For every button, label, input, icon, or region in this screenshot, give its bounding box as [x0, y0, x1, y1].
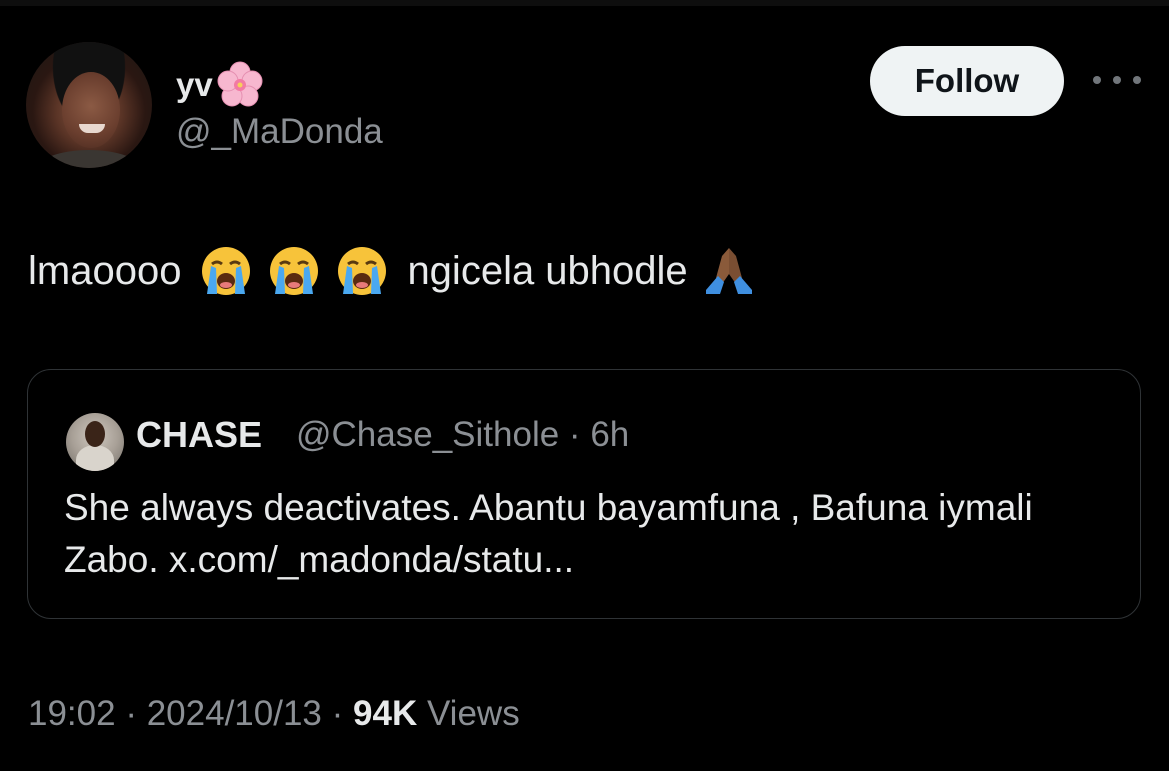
tweet-time[interactable]: 19:02	[28, 694, 116, 733]
folded-hands-icon	[702, 244, 756, 298]
tweet-text: lmaoooo ngicela ubhodle	[28, 244, 756, 298]
top-divider	[0, 0, 1169, 6]
meta-separator-2: ·	[331, 694, 344, 733]
views-count: 94K	[353, 694, 418, 733]
follow-button[interactable]: Follow	[870, 46, 1064, 116]
author-avatar[interactable]	[26, 42, 152, 168]
tweet-text-part1: lmaoooo	[28, 249, 182, 293]
quoted-author-avatar[interactable]	[66, 413, 124, 471]
loudly-crying-face-icon	[199, 244, 253, 298]
loudly-crying-face-icon	[335, 244, 389, 298]
author-handle[interactable]: @_MaDonda	[176, 110, 383, 154]
views-label: Views	[426, 694, 520, 733]
meta-separator-1: ·	[125, 694, 137, 733]
quoted-separator: ·	[568, 415, 581, 454]
tweet-meta: 19:02 · 2024/10/13 · 94K Views	[28, 692, 520, 736]
author-name-text: yv	[176, 66, 213, 103]
quoted-author-handle[interactable]: @Chase_Sithole	[296, 415, 559, 454]
quoted-time[interactable]: 6h	[590, 415, 629, 454]
quoted-tweet-card[interactable]: CHASE @Chase_Sithole · 6h She always dea…	[27, 369, 1141, 619]
quoted-author-name[interactable]: CHASE	[136, 413, 262, 457]
loudly-crying-face-icon	[267, 244, 321, 298]
tweet-date[interactable]: 2024/10/13	[147, 694, 322, 733]
quoted-tweet-text: She always deactivates. Abantu bayamfuna…	[64, 487, 1033, 580]
quoted-meta: @Chase_Sithole · 6h	[296, 413, 629, 457]
tweet-text-part2: ngicela ubhodle	[407, 249, 688, 293]
more-options-icon[interactable]	[1093, 68, 1141, 92]
cherry-blossom-icon	[215, 60, 265, 110]
author-display-name[interactable]: yv	[176, 60, 265, 110]
